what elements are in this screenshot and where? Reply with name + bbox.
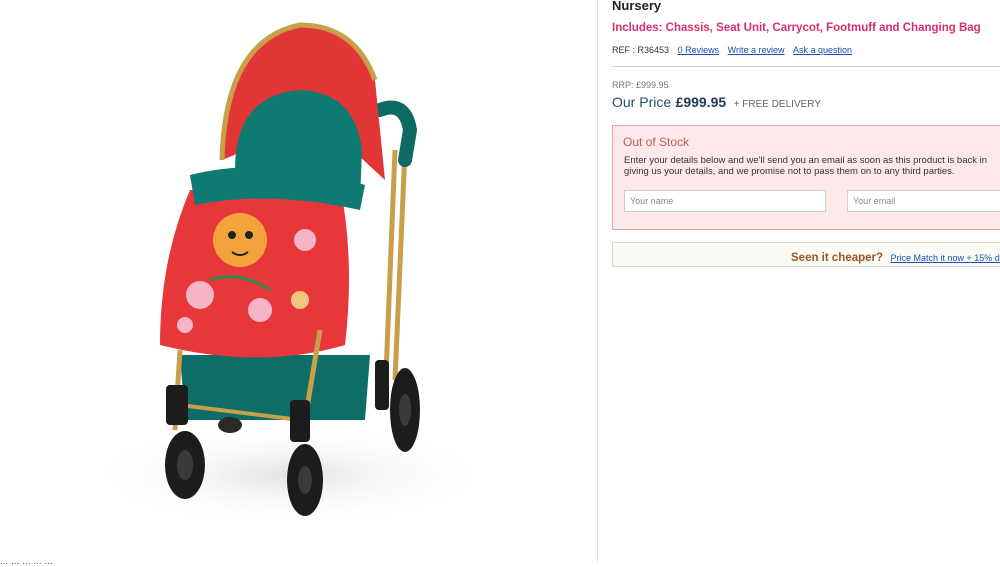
ref-value: R36453 <box>638 45 670 55</box>
product-title: Nursery <box>612 0 661 13</box>
info-divider <box>612 66 1000 67</box>
rrp-price: RRP: £999.95 <box>612 80 669 90</box>
product-image[interactable] <box>0 0 597 562</box>
name-input[interactable] <box>624 190 826 212</box>
ask-question-link[interactable]: Ask a question <box>793 45 852 55</box>
out-of-stock-message: Enter your details below and we'll send … <box>624 155 1000 177</box>
reviews-link[interactable]: 0 Reviews <box>678 45 720 55</box>
out-of-stock-title: Out of Stock <box>623 135 689 149</box>
seen-it-cheaper-label: Seen it cheaper? <box>791 252 883 264</box>
column-divider <box>597 0 598 562</box>
stroller-illustration <box>0 0 597 562</box>
email-input[interactable] <box>847 190 1000 212</box>
out-of-stock-line-2: giving us your details, and we promise n… <box>624 166 1000 177</box>
out-of-stock-panel: Out of Stock Enter your details below an… <box>612 125 1000 230</box>
write-review-link[interactable]: Write a review <box>728 45 785 55</box>
price-match-content: Seen it cheaper? Price Match it now + 15… <box>791 248 1000 266</box>
product-includes: Includes: Chassis, Seat Unit, Carrycot, … <box>612 22 981 34</box>
our-price-value: £999.95 <box>676 94 727 110</box>
our-price-row: Our Price £999.95 + FREE DELIVERY <box>612 94 821 112</box>
price-match-bar: Seen it cheaper? Price Match it now + 15… <box>612 242 1000 267</box>
product-ref-row: REF : R36453 0 Reviews Write a review As… <box>612 45 852 55</box>
out-of-stock-line-1: Enter your details below and we'll send … <box>624 155 1000 166</box>
ref-label: REF : <box>612 45 635 55</box>
price-match-link[interactable]: Price Match it now + 15% dif <box>891 253 1000 263</box>
free-delivery-note: + FREE DELIVERY <box>734 99 821 110</box>
our-price-label: Our Price <box>612 94 671 110</box>
